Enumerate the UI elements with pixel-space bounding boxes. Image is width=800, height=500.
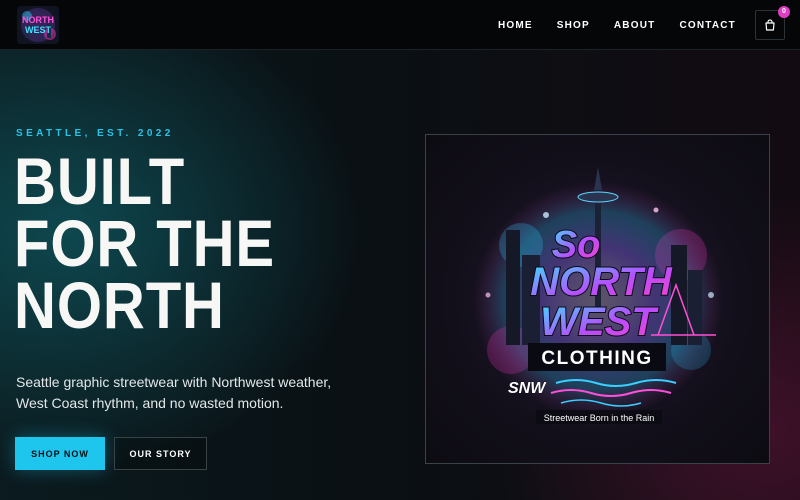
brand-logo[interactable]: NORTH WEST — [17, 6, 59, 44]
cart-button[interactable]: 0 — [755, 6, 790, 40]
cart-count-badge: 0 — [778, 6, 790, 18]
main-nav: HOME SHOP ABOUT CONTACT — [498, 0, 736, 50]
site-header: NORTH WEST HOME SHOP ABOUT CONTACT 0 — [0, 0, 800, 50]
logo-graphic: NORTH WEST — [21, 8, 56, 42]
headline-line: NORTH — [14, 268, 225, 342]
svg-text:WEST: WEST — [540, 300, 659, 344]
nav-home[interactable]: HOME — [498, 20, 533, 31]
nav-shop[interactable]: SHOP — [557, 20, 590, 31]
shop-now-button[interactable]: SHOP NOW — [15, 437, 105, 470]
hero-product-image: So NORTH WEST CLOTHING SNW Streetwear Bo… — [425, 134, 770, 464]
our-story-button[interactable]: OUR STORY — [114, 437, 207, 470]
hero-headline: BUILT FOR THE NORTH — [14, 144, 348, 342]
svg-text:NORTH: NORTH — [530, 260, 673, 304]
svg-text:Streetwear Born in the Rain: Streetwear Born in the Rain — [544, 413, 655, 423]
headline-line: FOR THE — [14, 206, 276, 280]
hero-eyebrow: SEATTLE, EST. 2022 — [16, 128, 174, 139]
brand-graphic: So NORTH WEST CLOTHING SNW Streetwear Bo… — [473, 167, 723, 424]
hero-description: Seattle graphic streetwear with Northwes… — [16, 374, 332, 411]
svg-text:WEST: WEST — [25, 25, 52, 35]
nav-contact[interactable]: CONTACT — [679, 20, 736, 31]
shopping-bag-icon — [765, 19, 775, 31]
nav-about[interactable]: ABOUT — [614, 20, 656, 31]
svg-text:SNW: SNW — [508, 380, 547, 397]
svg-text:CLOTHING: CLOTHING — [541, 348, 652, 369]
headline-line: BUILT — [14, 144, 186, 218]
svg-text:NORTH: NORTH — [22, 15, 54, 25]
